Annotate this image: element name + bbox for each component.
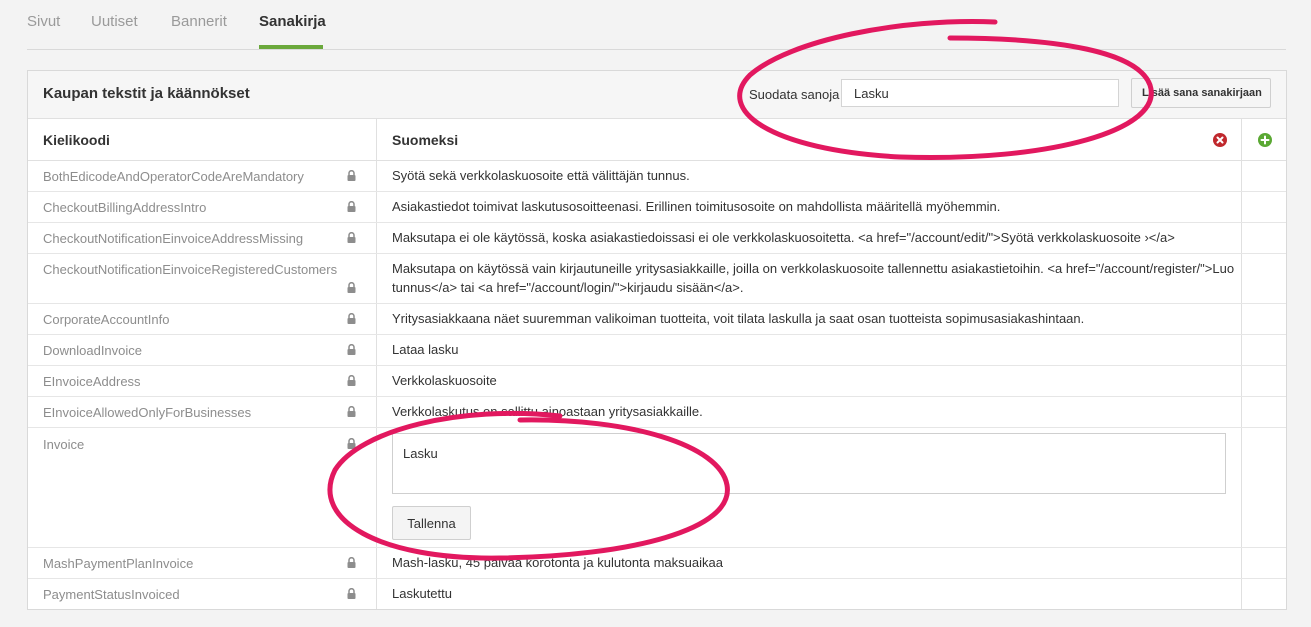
row-value[interactable]: Verkkolaskutus on sallittu ainoastaan yr… <box>392 402 1252 421</box>
table-row[interactable]: CorporateAccountInfo Yritysasiakkaana nä… <box>28 304 1286 335</box>
row-value[interactable]: Verkkolaskuosoite <box>392 371 1252 390</box>
row-value[interactable]: Asiakastiedot toimivat laskutusosoitteen… <box>392 197 1252 216</box>
table-row[interactable]: CheckoutNotificationEinvoiceRegisteredCu… <box>28 254 1286 304</box>
table-row[interactable]: CheckoutBillingAddressIntro Asiakastiedo… <box>28 192 1286 223</box>
translation-edit-textarea[interactable] <box>392 433 1226 494</box>
row-key: EInvoiceAddress <box>43 374 141 389</box>
table-row[interactable]: EInvoiceAllowedOnlyForBusinesses Verkkol… <box>28 397 1286 428</box>
table-row-editing[interactable]: Invoice Tallenna <box>28 428 1286 548</box>
row-value[interactable]: Maksutapa ei ole käytössä, koska asiakas… <box>392 228 1252 247</box>
lock-icon <box>347 282 356 293</box>
panel-title: Kaupan tekstit ja käännökset <box>43 85 250 102</box>
column-header-language-key: Kielikoodi <box>43 132 110 148</box>
row-key: DownloadInvoice <box>43 343 143 358</box>
row-key: PaymentStatusInvoiced <box>43 587 180 602</box>
row-value[interactable]: Syötä sekä verkkolaskuosoite että välitt… <box>392 166 1252 185</box>
row-value[interactable]: Yritysasiakkaana näet suuremman valikoim… <box>392 309 1252 328</box>
save-button[interactable]: Tallenna <box>392 506 471 540</box>
filter-input[interactable] <box>841 79 1119 107</box>
column-header-finnish: Suomeksi <box>392 132 459 148</box>
filter-label: Suodata sanoja <box>749 87 840 102</box>
lock-icon <box>347 201 356 212</box>
table-row[interactable]: DownloadInvoice Lataa lasku <box>28 335 1286 366</box>
row-value[interactable]: Maksutapa on käytössä vain kirjautuneill… <box>392 259 1252 297</box>
tab-bannerit[interactable]: Bannerit <box>171 13 227 30</box>
row-key: CorporateAccountInfo <box>43 312 170 327</box>
tab-sanakirja[interactable]: Sanakirja <box>259 13 326 30</box>
lock-icon <box>347 406 356 417</box>
table-row[interactable]: EInvoiceAddress Verkkolaskuosoite <box>28 366 1286 397</box>
add-word-button[interactable]: Lisää sana sanakirjaan <box>1131 78 1271 108</box>
lock-icon <box>347 232 356 243</box>
table-row[interactable]: MashPaymentPlanInvoice Mash-lasku, 45 pä… <box>28 548 1286 579</box>
tab-bar: Sivut Uutiset Bannerit Sanakirja <box>27 0 1286 50</box>
row-key: Invoice <box>43 437 85 452</box>
row-key: CheckoutNotificationEinvoiceAddressMissi… <box>43 231 304 246</box>
active-tab-indicator <box>259 45 323 49</box>
lock-icon <box>347 588 356 599</box>
row-key: MashPaymentPlanInvoice <box>43 556 194 571</box>
add-language-icon[interactable] <box>1258 133 1272 147</box>
lock-icon <box>347 375 356 386</box>
tab-uutiset[interactable]: Uutiset <box>91 13 138 30</box>
dictionary-panel: Kaupan tekstit ja käännökset Suodata san… <box>27 70 1287 610</box>
row-value[interactable]: Laskutettu <box>392 584 1252 603</box>
lock-icon <box>347 438 356 449</box>
table-row[interactable]: CheckoutNotificationEinvoiceAddressMissi… <box>28 223 1286 254</box>
tab-sivut[interactable]: Sivut <box>27 13 60 30</box>
row-value[interactable]: Mash-lasku, 45 päivää korotonta ja kulut… <box>392 553 1252 572</box>
lock-icon <box>347 344 356 355</box>
table-row[interactable]: PaymentStatusInvoiced Laskutettu <box>28 579 1286 608</box>
lock-icon <box>347 313 356 324</box>
remove-language-icon[interactable] <box>1213 133 1227 147</box>
row-key: BothEdicodeAndOperatorCodeAreMandatory <box>43 169 304 184</box>
row-key: CheckoutBillingAddressIntro <box>43 200 207 215</box>
panel-header: Kaupan tekstit ja käännökset Suodata san… <box>28 71 1286 119</box>
lock-icon <box>347 557 356 568</box>
table-header: Kielikoodi Suomeksi <box>28 119 1286 161</box>
table-row[interactable]: BothEdicodeAndOperatorCodeAreMandatory S… <box>28 161 1286 192</box>
row-key: CheckoutNotificationEinvoiceRegisteredCu… <box>43 262 338 277</box>
row-key: EInvoiceAllowedOnlyForBusinesses <box>43 405 252 420</box>
lock-icon <box>347 170 356 181</box>
row-value[interactable]: Lataa lasku <box>392 340 1252 359</box>
